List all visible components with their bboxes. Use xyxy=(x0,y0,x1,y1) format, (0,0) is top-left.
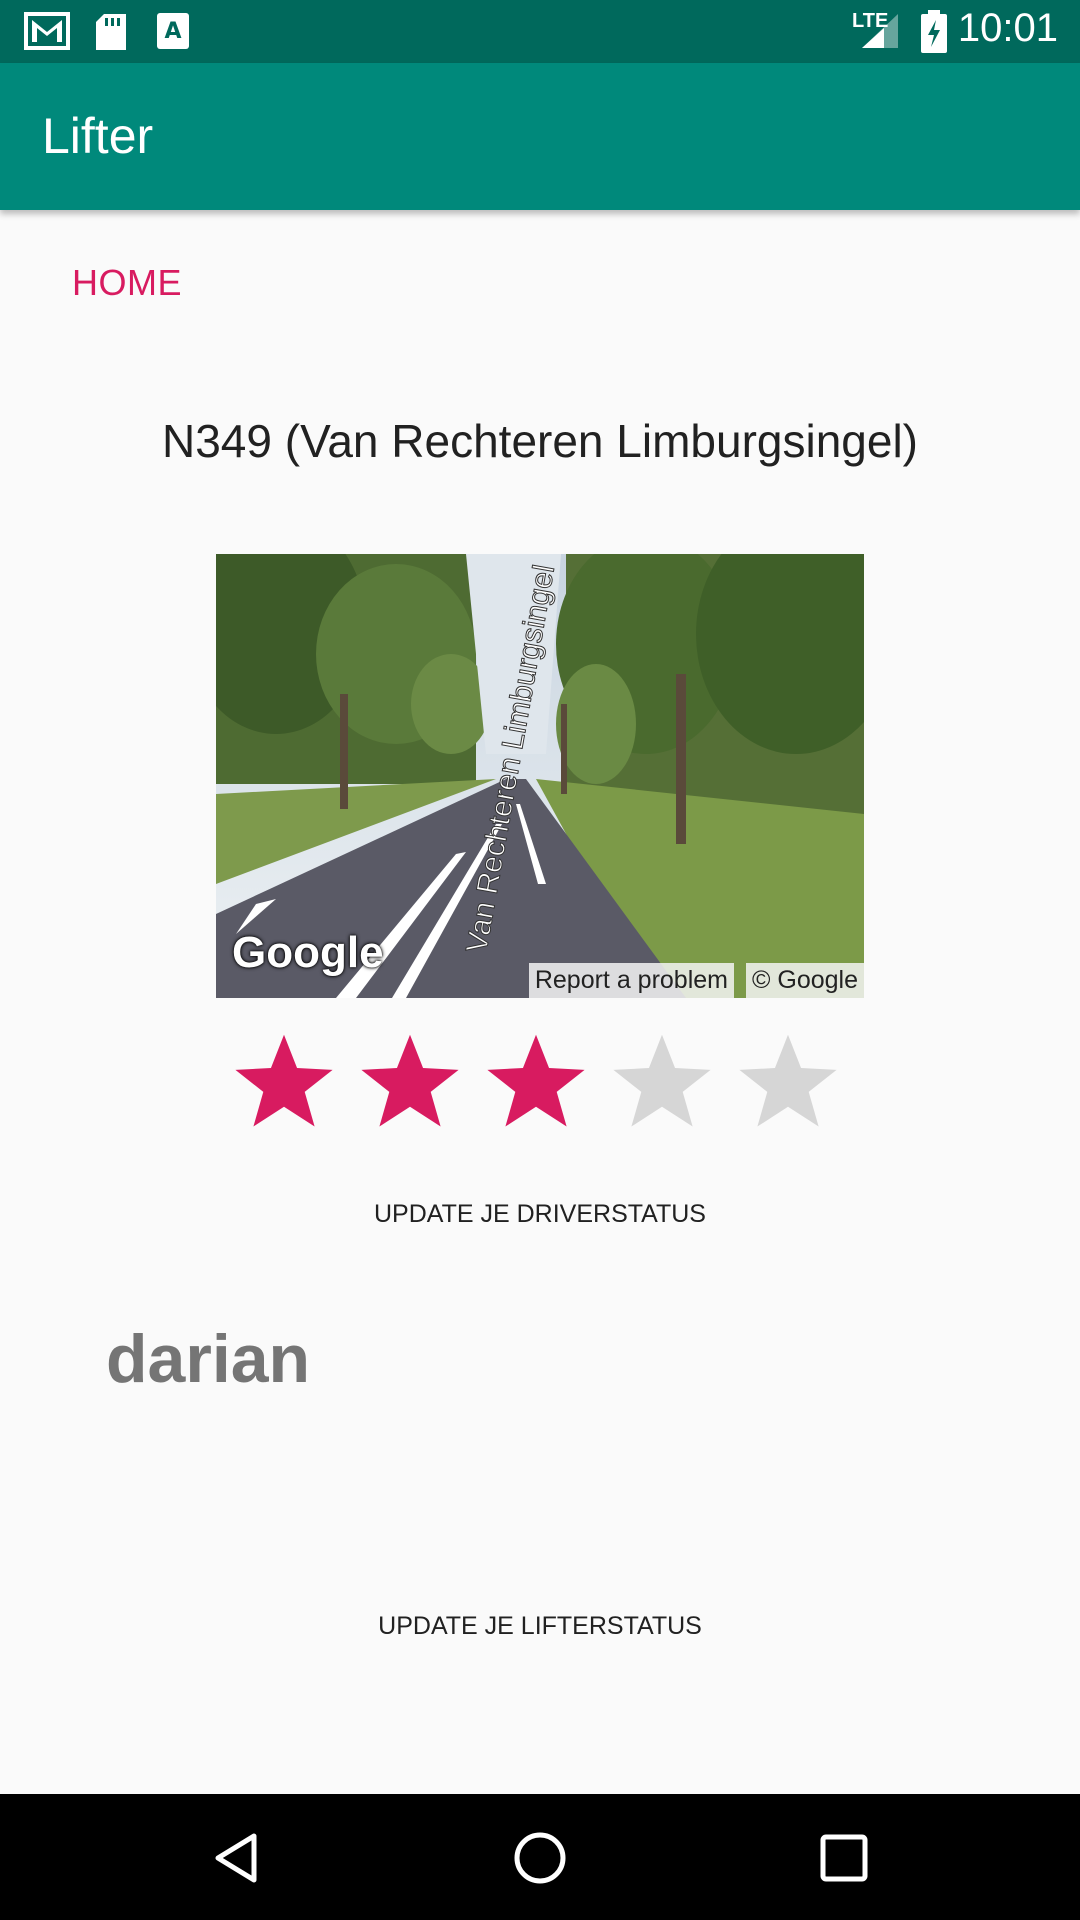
place-title: N349 (Van Rechteren Limburgsingel) xyxy=(162,415,918,467)
home-button[interactable]: HOME xyxy=(72,262,182,304)
update-driver-status-button[interactable]: UPDATE JE DRIVERSTATUS xyxy=(0,1200,1080,1229)
app-bar: Lifter xyxy=(0,63,1080,210)
sd-card-icon xyxy=(96,14,126,50)
street-view-image[interactable]: Van Rechteren Limburgsingel Google Repor… xyxy=(216,554,864,998)
username: darian xyxy=(106,1321,311,1397)
gmail-icon xyxy=(24,12,70,50)
svg-text:A: A xyxy=(164,19,181,44)
rating-star[interactable] xyxy=(608,1028,716,1136)
app-title: Lifter xyxy=(42,108,154,164)
rating-star[interactable] xyxy=(482,1028,590,1136)
rating-star[interactable] xyxy=(356,1028,464,1136)
rating-star[interactable] xyxy=(734,1028,842,1136)
battery-icon xyxy=(921,10,947,53)
rating-bar[interactable] xyxy=(230,1028,870,1138)
report-problem-link[interactable]: Report a problem xyxy=(528,963,734,998)
rating-star[interactable] xyxy=(230,1028,338,1136)
signal-icon xyxy=(862,14,898,48)
clock: 10:01 xyxy=(957,6,1058,50)
status-bar: A LTE 10:01 xyxy=(0,0,1080,63)
update-lifter-status-button[interactable]: UPDATE JE LIFTERSTATUS xyxy=(0,1612,1080,1641)
back-icon[interactable] xyxy=(210,1830,266,1886)
recents-icon[interactable] xyxy=(816,1830,872,1886)
google-logo: Google xyxy=(232,928,384,977)
copyright-label: © Google xyxy=(746,963,864,998)
font-icon: A xyxy=(157,13,189,49)
navigation-bar xyxy=(0,1794,1080,1920)
home-icon[interactable] xyxy=(512,1830,568,1886)
